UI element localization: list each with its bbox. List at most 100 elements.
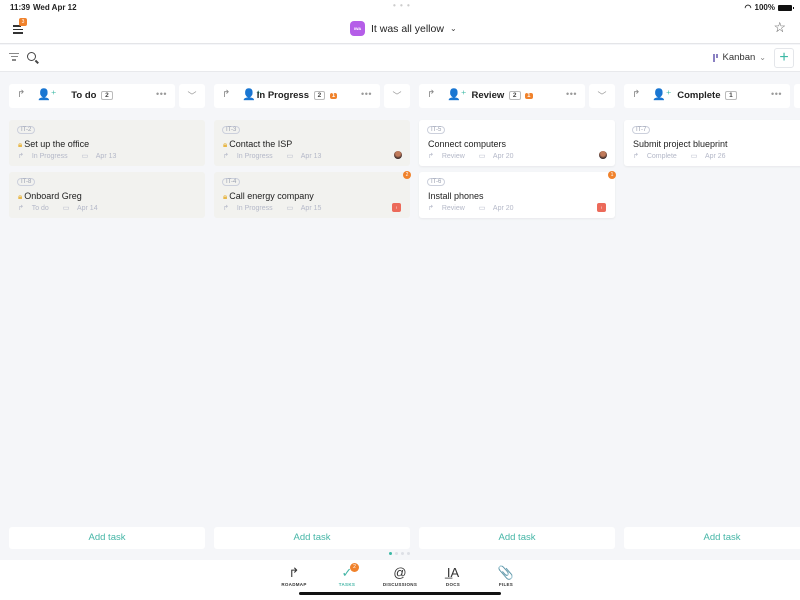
- tab-label: FILES: [498, 582, 514, 587]
- task-date: Apr 13: [95, 153, 117, 160]
- task-title-wrap: 🔒︎ Onboard Greg: [18, 191, 82, 202]
- collapse-column-button[interactable]: ﹀: [589, 84, 615, 108]
- more-options-icon[interactable]: •••: [566, 89, 577, 99]
- task-card[interactable]: IT-7 Submit project blueprint ↱ Complete…: [624, 120, 800, 166]
- battery-percent: 100%: [754, 3, 775, 12]
- avatar[interactable]: [394, 151, 402, 159]
- project-switcher[interactable]: IWA It was all yellow ⌄: [350, 21, 457, 36]
- add-task-button[interactable]: Add task: [624, 527, 800, 549]
- tab-label: TASKS: [338, 582, 356, 587]
- add-task-button[interactable]: Add task: [9, 527, 205, 549]
- add-button[interactable]: +: [774, 48, 794, 68]
- star-icon[interactable]: ☆: [773, 19, 786, 36]
- date-meta: ▭ Apr 20: [479, 205, 520, 212]
- task-title: Onboard Greg: [24, 191, 82, 201]
- toolbar: Kanban ⌄ +: [0, 45, 800, 72]
- chevron-down-icon: ﹀: [597, 91, 607, 101]
- view-switcher[interactable]: Kanban ⌄: [712, 52, 766, 63]
- status-meta: ↱ In Progress: [18, 153, 74, 160]
- tab-discussions[interactable]: @ DISCUSSIONS: [370, 565, 430, 587]
- status-meta: ↱ In Progress: [223, 205, 279, 212]
- collapse-column-button[interactable]: ﹀: [179, 84, 205, 108]
- search-icon[interactable]: [27, 52, 36, 61]
- task-status: Review: [441, 205, 465, 212]
- more-options-icon[interactable]: •••: [771, 89, 782, 99]
- view-label: Kanban: [722, 52, 756, 63]
- task-status: Review: [441, 153, 465, 160]
- page-dot[interactable]: [401, 552, 404, 555]
- status-meta: ↱ Review: [428, 153, 471, 160]
- tasks-check-icon: ✓: [341, 565, 353, 580]
- task-title-wrap: Install phones: [428, 191, 484, 201]
- status-arrow-icon: ↱: [428, 205, 434, 212]
- task-card[interactable]: IT-4 🔒︎ Call energy company ↱ In Progress…: [214, 171, 411, 218]
- task-card[interactable]: IT-2 🔒︎ Set up the office ↱ In Progress ▭…: [9, 120, 205, 166]
- task-status: In Progress: [236, 153, 273, 160]
- priority-icon: !: [392, 203, 401, 212]
- avatar[interactable]: [599, 151, 607, 159]
- task-meta: ↱ Review ▭ Apr 20: [428, 204, 526, 212]
- tab-label: ROADMAP: [281, 582, 307, 587]
- task-card[interactable]: IT-6 Install phones ↱ Review ▭ Apr 20 ! …: [419, 171, 616, 218]
- more-options-icon[interactable]: •••: [361, 89, 372, 99]
- task-title-wrap: 🔒︎ Contact the ISP: [223, 139, 292, 150]
- column-header: ↱ 👤⁺ Complete 1 •••: [624, 84, 790, 108]
- project-title: It was all yellow: [371, 22, 444, 35]
- task-title: Connect computers: [428, 139, 507, 149]
- task-title-wrap: Submit project blueprint: [633, 139, 728, 149]
- task-card[interactable]: IT-3 🔒︎ Contact the ISP ↱ In Progress ▭ A…: [214, 120, 410, 166]
- collapse-column-button[interactable]: ﹀: [794, 84, 800, 108]
- date-meta: ▭ Apr 13: [82, 153, 123, 160]
- collapse-column-button[interactable]: ﹀: [384, 84, 410, 108]
- task-title: Set up the office: [24, 139, 90, 149]
- wifi-icon: ◠: [744, 3, 752, 12]
- add-task-button[interactable]: Add task: [419, 527, 615, 549]
- task-card[interactable]: IT-8 🔒︎ Onboard Greg ↱ To do ▭ Apr 14: [9, 172, 205, 218]
- status-arrow-icon: ↱: [18, 205, 24, 212]
- date-meta: ▭ Apr 26: [691, 153, 732, 160]
- column-header: ↱ 👤⁺ In Progress 2 1 •••: [214, 84, 380, 108]
- column-title: In Progress: [256, 90, 310, 101]
- status-arrow-icon: ↱: [18, 153, 24, 160]
- date-meta: ▭ Apr 13: [287, 153, 328, 160]
- task-date: Apr 14: [76, 205, 98, 212]
- task-key: IT-4: [222, 178, 241, 186]
- add-task-button[interactable]: Add task: [214, 527, 410, 549]
- tab-docs[interactable]: I̲A DOCS: [423, 565, 483, 587]
- task-title: Contact the ISP: [229, 139, 293, 149]
- kanban-board: ↱ 👤⁺ To do 2 ••• ﹀ IT-2 🔒︎ Set up the off…: [0, 72, 800, 560]
- page-dot[interactable]: [389, 552, 392, 555]
- status-meta: ↱ Review: [428, 205, 471, 212]
- kanban-column: ↱ 👤⁺ In Progress 2 1 ••• ﹀ IT-3 🔒︎ Contac…: [214, 72, 411, 560]
- task-status: In Progress: [236, 205, 273, 212]
- home-indicator[interactable]: [299, 592, 501, 595]
- task-title: Submit project blueprint: [633, 139, 728, 149]
- date-meta: ▭ Apr 20: [479, 153, 520, 160]
- column-header: ↱ 👤⁺ To do 2 •••: [9, 84, 175, 108]
- page-dot[interactable]: [407, 552, 410, 555]
- page-dot[interactable]: [395, 552, 398, 555]
- filter-icon[interactable]: [9, 53, 19, 63]
- calendar-icon: ▭: [62, 205, 70, 212]
- calendar-icon: ▭: [286, 153, 294, 160]
- status-arrow-icon: ↱: [223, 205, 229, 212]
- page-indicator[interactable]: [389, 552, 410, 555]
- task-key: IT-7: [632, 126, 651, 134]
- column-title-wrap: To do 2: [9, 90, 175, 101]
- task-key: IT-5: [427, 126, 446, 134]
- column-title-wrap: Review 2 1: [419, 90, 585, 101]
- at-sign-icon: @: [393, 565, 407, 580]
- tab-roadmap[interactable]: ↱ ROADMAP: [264, 565, 324, 587]
- task-title-wrap: 🔒︎ Set up the office: [18, 139, 89, 150]
- tab-files[interactable]: 📎 FILES: [476, 565, 536, 587]
- task-card[interactable]: IT-5 Connect computers ↱ Review ▭ Apr 20: [419, 120, 615, 166]
- tab-tasks[interactable]: ✓ TASKS 2: [317, 563, 377, 587]
- status-indicators: ◠ 100%: [744, 3, 794, 12]
- status-time: 11:39: [10, 3, 31, 12]
- lock-icon: 🔒︎: [18, 140, 23, 149]
- multitasking-dots[interactable]: • • •: [393, 1, 411, 10]
- task-meta: ↱ To do ▭ Apr 14: [18, 204, 110, 212]
- task-date: Apr 13: [300, 153, 322, 160]
- task-count-badge: 2: [508, 91, 521, 100]
- more-options-icon[interactable]: •••: [156, 89, 167, 99]
